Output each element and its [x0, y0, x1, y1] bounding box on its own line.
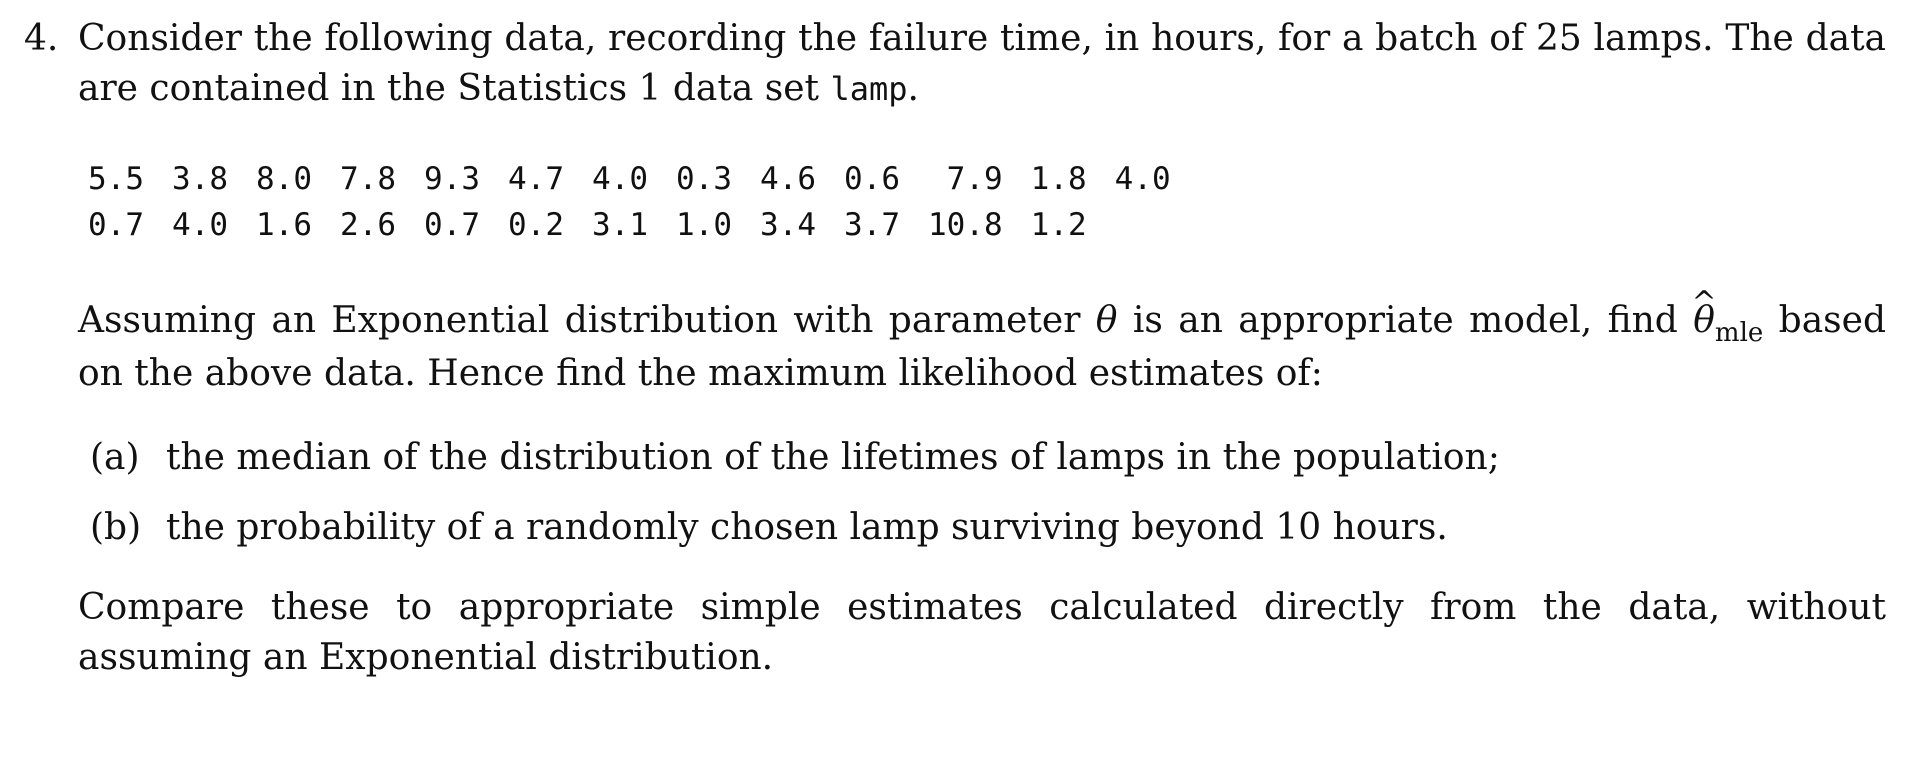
part-b: (b) the probability of a randomly chosen…: [90, 493, 1886, 563]
data-cell: 4.7: [508, 161, 564, 197]
dataset-name: lamp: [830, 70, 908, 108]
data-cell: 0.7: [88, 207, 144, 243]
problem-intro: 4. Consider the following data, recordin…: [24, 14, 1886, 114]
problem-4: 4. Consider the following data, recordin…: [24, 14, 1886, 683]
intro-text: Consider the following data, recording t…: [78, 14, 1886, 114]
mle-subscript: mle: [1714, 318, 1764, 348]
data-row: 5.5 3.8 8.0 7.8 9.3 4.7 4.0 0.3 4.6 0.6 7.9 1.8 4.0: [74, 156, 1185, 202]
parts-list: (a) the median of the distribution of th…: [90, 423, 1886, 563]
data-cell: 0.7: [424, 207, 480, 243]
theta-hat-mle: ^ θ: [1692, 285, 1717, 346]
assumption-text-mid: is an appropriate model, find: [1117, 300, 1694, 341]
part-a-text: the median of the distribution of the li…: [166, 437, 1500, 478]
data-cell: 7.8: [340, 161, 396, 197]
part-a: (a) the median of the distribution of th…: [90, 423, 1886, 493]
part-a-label: (a): [90, 437, 140, 478]
assumption-text-start: Assuming an Exponential distribution wit…: [78, 300, 1096, 341]
data-cell: 8.0: [256, 161, 312, 197]
data-cell: 4.0: [1114, 161, 1171, 197]
data-cell: 10.8: [928, 207, 1003, 243]
data-cell: 2.6: [340, 207, 396, 243]
data-cell: 1.8: [1030, 161, 1087, 197]
data-cell: 4.6: [760, 161, 816, 197]
data-cell: 4.0: [172, 207, 228, 243]
hat-accent: ^: [1691, 285, 1717, 320]
part-b-text: the probability of a randomly chosen lam…: [166, 507, 1448, 548]
data-cell: 3.7: [844, 207, 900, 243]
data-cell: 3.8: [172, 161, 228, 197]
data-cell: 1.6: [256, 207, 312, 243]
part-b-label: (b): [90, 507, 142, 548]
data-cell: 0.2: [508, 207, 564, 243]
data-table: 5.5 3.8 8.0 7.8 9.3 4.7 4.0 0.3 4.6 0.6 7.9 1.8 4.0 0…: [74, 156, 1185, 248]
data-cell: 3.4: [760, 207, 816, 243]
compare-paragraph: Compare these to appropriate simple esti…: [78, 587, 1886, 678]
data-cell: 0.3: [676, 161, 732, 197]
intro-text-start: Consider the following data, recording t…: [78, 18, 1886, 109]
data-cell: 5.5: [88, 161, 144, 197]
data-cell: 9.3: [424, 161, 480, 197]
data-cell: 7.9: [946, 161, 1003, 197]
data-cell: 4.0: [592, 161, 648, 197]
problem-number: 4.: [24, 18, 59, 59]
data-row: 0.7 4.0 1.6 2.6 0.7 0.2 3.1 1.0 3.4 3.7 10.8 1.2: [74, 202, 1185, 248]
data-cell: 1.0: [676, 207, 732, 243]
data-cell: 0.6: [844, 161, 900, 197]
intro-text-end: .: [907, 68, 919, 109]
data-cell: 1.2: [1030, 207, 1087, 243]
theta-symbol: θ: [1095, 300, 1118, 341]
data-cell: 3.1: [592, 207, 648, 243]
assumption-paragraph: Assuming an Exponential distribution wit…: [78, 285, 1886, 399]
